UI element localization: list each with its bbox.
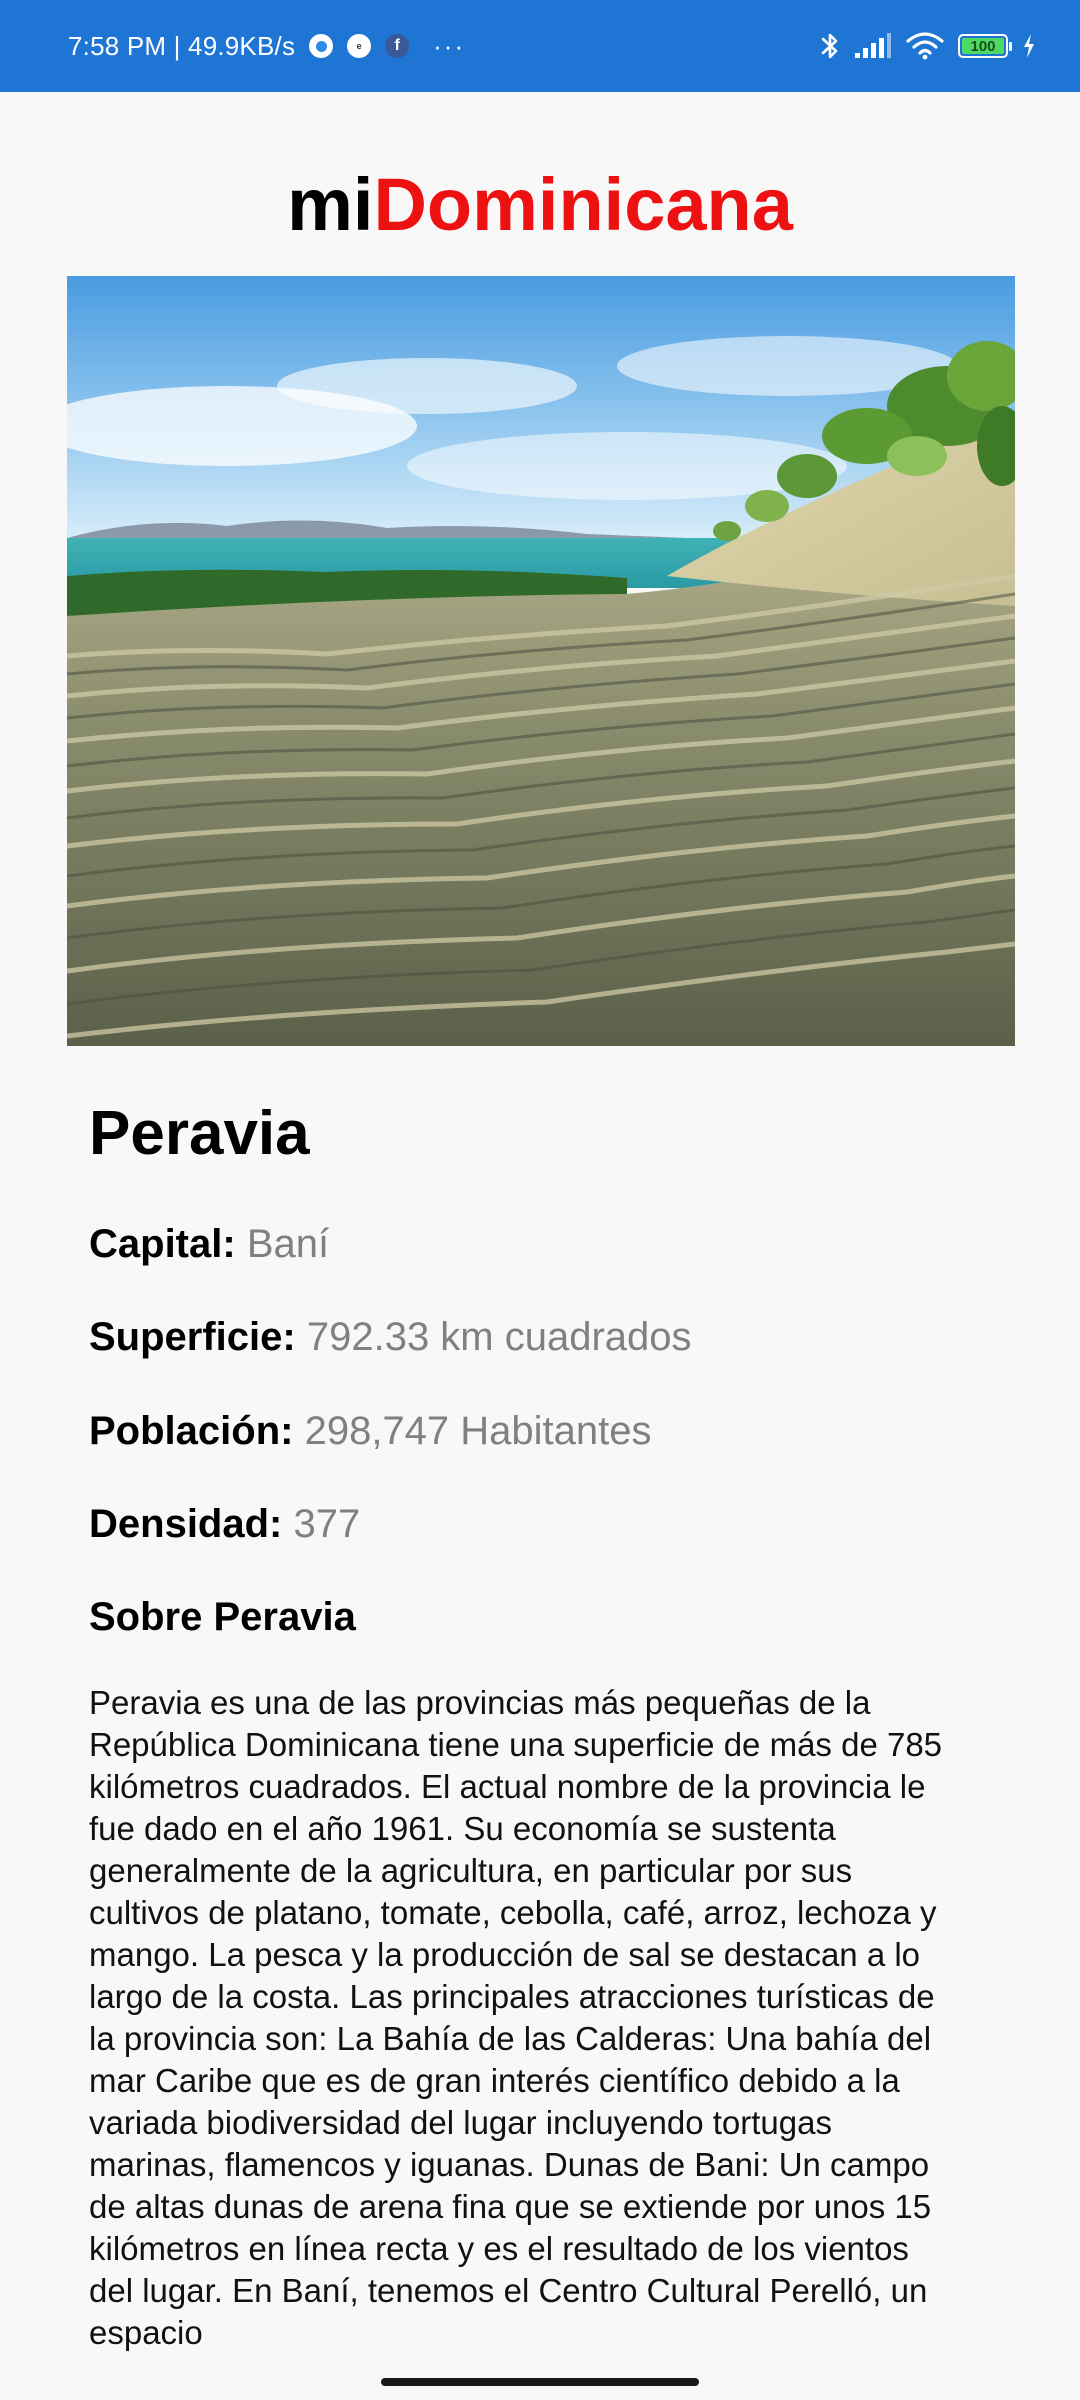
capital-row: Capital: Baní xyxy=(89,1220,329,1268)
status-right: 100 xyxy=(820,0,1036,92)
bluetooth-icon xyxy=(820,31,840,61)
province-details: Peravia Capital: Baní Superficie: 792.33… xyxy=(89,1090,949,2351)
more-notifications-icon: ··· xyxy=(433,30,466,61)
superficie-label: Superficie: xyxy=(89,1315,296,1359)
superficie-value: 792.33 km cuadrados xyxy=(306,1315,692,1359)
battery-icon: 100 xyxy=(958,34,1012,58)
poblacion-label: Población: xyxy=(89,1409,294,1453)
poblacion-row: Población: 298,747 Habitantes xyxy=(89,1407,652,1455)
notification-dot-icon xyxy=(309,34,334,58)
status-bar: 7:58 PM | 49.9KB/s e f ··· 100 xyxy=(0,0,1080,92)
capital-label: Capital: xyxy=(89,1222,236,1266)
ebay-notification-icon: e xyxy=(347,34,372,58)
home-indicator[interactable] xyxy=(381,2378,699,2386)
signal-icon xyxy=(854,33,892,59)
densidad-value: 377 xyxy=(293,1502,361,1546)
facebook-notification-icon: f xyxy=(385,34,410,58)
poblacion-value: 298,747 Habitantes xyxy=(304,1409,652,1453)
capital-value: Baní xyxy=(246,1222,330,1266)
wifi-icon xyxy=(906,32,944,60)
battery-percent: 100 xyxy=(970,37,996,55)
brand-suffix: Dominicana xyxy=(373,163,793,246)
brand-prefix: mi xyxy=(287,163,374,246)
superficie-row: Superficie: 792.33 km cuadrados xyxy=(89,1313,692,1361)
charging-icon xyxy=(1022,33,1036,59)
province-hero-image xyxy=(67,276,1015,1046)
province-name: Peravia xyxy=(89,1099,310,1168)
densidad-label: Densidad: xyxy=(89,1502,283,1546)
app-logo-title: miDominicana xyxy=(0,168,1080,242)
about-description: Peravia es una de las provincias más peq… xyxy=(89,1684,943,2351)
densidad-row: Densidad: 377 xyxy=(89,1500,360,1548)
status-left: 7:58 PM | 49.9KB/s e f ··· xyxy=(68,0,465,92)
status-time: 7:58 PM | 49.9KB/s xyxy=(68,30,296,61)
about-heading: Sobre Peravia xyxy=(89,1595,356,1639)
